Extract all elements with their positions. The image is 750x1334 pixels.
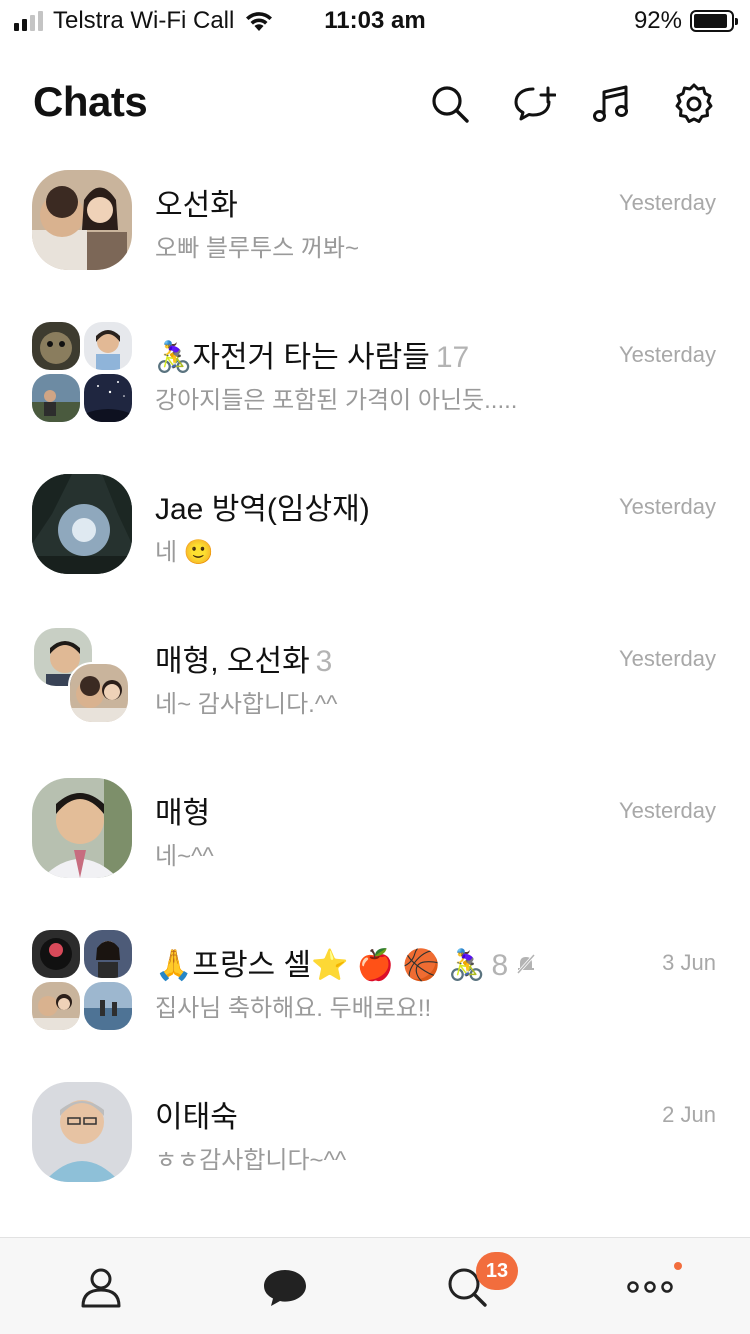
member-avatar (84, 374, 132, 422)
chat-row-brother-in-law[interactable]: 매형 네~^^ Yesterday (0, 758, 750, 910)
chats-tab-icon[interactable] (260, 1262, 310, 1312)
avatar (32, 170, 132, 270)
muted-bell-icon (514, 950, 538, 984)
avatar (32, 474, 132, 574)
music-icon[interactable] (590, 82, 634, 126)
chat-name-text: 이태숙 (155, 1101, 238, 1134)
chat-time: Yesterday (618, 190, 716, 215)
view-tab-badge: 13 (476, 1252, 518, 1290)
chat-preview: 강아지들은 포함된 가격이 아닌듯..... (155, 387, 518, 414)
chat-time: Yesterday (618, 646, 716, 671)
group-avatar (32, 626, 132, 726)
member-avatar (32, 930, 80, 978)
group-avatar (32, 930, 132, 1030)
chat-preview: 네 🙂 (155, 539, 214, 566)
chat-preview: ㅎㅎ감사합니다~^^ (155, 1147, 347, 1174)
chat-row-bicycle-group[interactable]: 🚴‍♀️자전거 타는 사람들 17 강아지들은 포함된 가격이 아닌듯..... … (0, 302, 750, 454)
chat-name-text: Jae 방역(임상재) (155, 493, 370, 526)
chat-preview: 네~ 감사합니다.^^ (155, 691, 338, 718)
header: Chats (0, 78, 750, 130)
member-avatar (68, 662, 130, 724)
battery-percent: 92% (633, 7, 682, 34)
chat-list: 오선화 오빠 블루투스 꺼봐~ Yesterday 🚴‍♀️자전거 타는 사람들… (0, 150, 750, 1214)
chat-name-text: 매형 (155, 797, 211, 830)
chat-row-brother-in-law-oseonhwa[interactable]: 매형, 오선화 3 네~ 감사합니다.^^ Yesterday (0, 606, 750, 758)
avatar (32, 778, 132, 878)
chat-name: 🙏프랑스 셀⭐️ 🍎 🏀 🚴‍♀️ 8 (155, 940, 538, 984)
chat-name: 오선화 (155, 180, 244, 224)
chat-time: Yesterday (618, 798, 716, 823)
status-bar: Telstra Wi-Fi Call 11:03 am 92% (0, 0, 750, 40)
search-icon[interactable] (428, 82, 472, 126)
more-tab-icon[interactable] (625, 1262, 675, 1312)
settings-icon[interactable] (672, 82, 716, 126)
chat-preview: 집사님 축하해요. 두배로요!! (155, 995, 432, 1022)
chat-time: Yesterday (618, 494, 716, 519)
member-count: 8 (491, 949, 509, 982)
chat-name-text: 🚴‍♀️자전거 타는 사람들 (155, 341, 430, 374)
chat-row-leetaesuk[interactable]: 이태숙 ㅎㅎ감사합니다~^^ 2 Jun (0, 1062, 750, 1214)
page-title: Chats (33, 78, 148, 125)
chat-name: Jae 방역(임상재) (155, 484, 376, 528)
chat-name: 🚴‍♀️자전거 타는 사람들 17 (155, 332, 469, 376)
member-avatar (32, 982, 80, 1030)
tab-bar (0, 1237, 750, 1334)
more-tab-dot (674, 1262, 682, 1270)
chat-name: 매형 (155, 788, 216, 832)
battery-fill (694, 14, 728, 28)
chat-name-text: 오선화 (155, 189, 238, 222)
chat-row-jae[interactable]: Jae 방역(임상재) 네 🙂 Yesterday (0, 454, 750, 606)
chat-time: 3 Jun (662, 950, 716, 975)
member-avatar (32, 322, 80, 370)
member-count: 17 (435, 341, 470, 374)
avatar (32, 1082, 132, 1182)
chat-preview: 네~^^ (155, 843, 214, 870)
chat-name-text: 매형, 오선화 (155, 645, 310, 678)
friends-tab-icon[interactable] (76, 1262, 126, 1312)
chat-time: Yesterday (618, 342, 716, 367)
chat-name-text: 🙏프랑스 셀⭐️ 🍎 🏀 🚴‍♀️ (155, 949, 486, 982)
battery-icon (690, 10, 738, 32)
member-avatar (84, 982, 132, 1030)
new-chat-icon[interactable] (512, 82, 557, 126)
member-avatar (84, 930, 132, 978)
status-right: 92% (633, 7, 738, 35)
chat-name: 이태숙 (155, 1092, 244, 1136)
member-count: 3 (315, 645, 333, 678)
chat-preview: 오빠 블루투스 꺼봐~ (155, 235, 359, 262)
member-avatar (84, 322, 132, 370)
group-avatar (32, 322, 132, 422)
member-avatar (32, 374, 80, 422)
chat-name: 매형, 오선화 3 (155, 636, 332, 680)
chat-row-france-cell[interactable]: 🙏프랑스 셀⭐️ 🍎 🏀 🚴‍♀️ 8 집사님 축하해요. 두배로요!! 3 Ju… (0, 910, 750, 1062)
chat-row-oseonhwa[interactable]: 오선화 오빠 블루투스 꺼봐~ Yesterday (0, 150, 750, 302)
chat-time: 2 Jun (662, 1102, 716, 1127)
